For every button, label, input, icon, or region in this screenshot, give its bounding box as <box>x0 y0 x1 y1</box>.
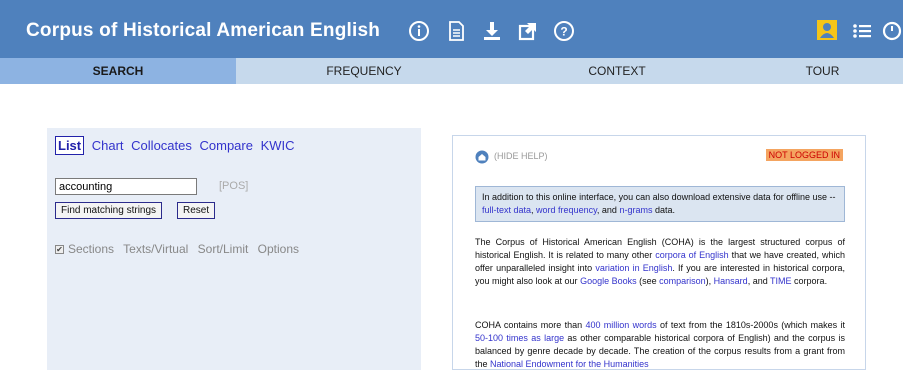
app-title: Corpus of Historical American English <box>26 20 381 41</box>
n-grams-link[interactable]: n-grams <box>619 205 652 215</box>
option-texts-virtual[interactable]: Texts/Virtual <box>123 242 188 256</box>
full-text-data-link[interactable]: full-text data <box>482 205 531 215</box>
intro-text: , and <box>747 276 771 286</box>
top-header: Corpus of Historical American English ? <box>0 0 903 58</box>
download-info-box: In addition to this online interface, yo… <box>475 186 845 222</box>
intro-text: corpora. <box>791 276 828 286</box>
sections-checkbox[interactable]: ✔ <box>55 245 64 255</box>
document-icon[interactable] <box>445 20 467 42</box>
intro-paragraph: The Corpus of Historical American Englis… <box>475 236 845 288</box>
external-link-icon[interactable] <box>517 20 539 42</box>
mode-kwic[interactable]: KWIC <box>261 138 295 153</box>
400-million-words-link[interactable]: 400 million words <box>585 320 656 330</box>
download-sep: , and <box>596 205 620 215</box>
word-frequency-link[interactable]: word frequency <box>536 205 597 215</box>
list-icon[interactable] <box>851 20 873 42</box>
search-panel: List Chart Collocates Compare KWIC [POS]… <box>47 128 421 370</box>
tab-context[interactable]: CONTEXT <box>492 58 742 84</box>
search-options: ✔ Sections Texts/Virtual Sort/Limit Optio… <box>55 242 305 256</box>
download-icon[interactable] <box>481 20 503 42</box>
google-books-link[interactable]: Google Books <box>580 276 637 286</box>
option-sort-limit[interactable]: Sort/Limit <box>198 242 249 256</box>
neh-link[interactable]: National Endowment for the Humanities <box>490 359 649 369</box>
display-modes: List Chart Collocates Compare KWIC <box>55 136 299 155</box>
size-paragraph: COHA contains more than 400 million word… <box>475 319 845 369</box>
option-sections[interactable]: Sections <box>68 242 114 256</box>
option-options[interactable]: Options <box>258 242 299 256</box>
mode-list[interactable]: List <box>55 136 85 155</box>
hansard-link[interactable]: Hansard <box>714 276 748 286</box>
size-text: COHA contains more than <box>475 320 586 330</box>
size-text: of text from the 1810s-2000s (which make… <box>656 320 845 330</box>
50-100-times-link[interactable]: 50-100 times as large <box>475 333 564 343</box>
home-icon[interactable] <box>475 150 489 164</box>
login-status-badge[interactable]: NOT LOGGED IN <box>765 149 843 161</box>
corpora-of-english-link[interactable]: corpora of English <box>655 250 728 260</box>
reset-button[interactable]: Reset <box>177 202 216 219</box>
tab-frequency[interactable]: FREQUENCY <box>236 58 492 84</box>
svg-text:?: ? <box>560 25 567 39</box>
mode-collocates[interactable]: Collocates <box>131 138 192 153</box>
variation-in-english-link[interactable]: variation in English <box>595 263 672 273</box>
history-icon[interactable] <box>881 20 903 42</box>
download-text-end: data. <box>652 205 675 215</box>
intro-text: ), <box>705 276 714 286</box>
mode-chart[interactable]: Chart <box>92 138 124 153</box>
user-icon[interactable] <box>816 19 838 41</box>
help-panel: (HIDE HELP) NOT LOGGED IN In addition to… <box>452 135 866 370</box>
mode-compare[interactable]: Compare <box>200 138 253 153</box>
word-input[interactable] <box>55 178 197 195</box>
help-icon[interactable]: ? <box>553 20 575 42</box>
time-link[interactable]: TIME <box>770 276 792 286</box>
tab-search[interactable]: SEARCH <box>0 58 236 84</box>
info-icon[interactable] <box>408 20 430 42</box>
download-text: In addition to this online interface, yo… <box>482 192 836 202</box>
tab-tour[interactable]: TOUR <box>742 58 903 84</box>
find-matching-strings-button[interactable]: Find matching strings <box>55 202 163 219</box>
pos-link[interactable]: [POS] <box>219 180 248 192</box>
main-nav: SEARCH FREQUENCY CONTEXT TOUR <box>0 58 903 84</box>
hide-help-link[interactable]: (HIDE HELP) <box>494 151 548 161</box>
comparison-link[interactable]: comparison <box>659 276 706 286</box>
intro-text: (see <box>636 276 660 286</box>
